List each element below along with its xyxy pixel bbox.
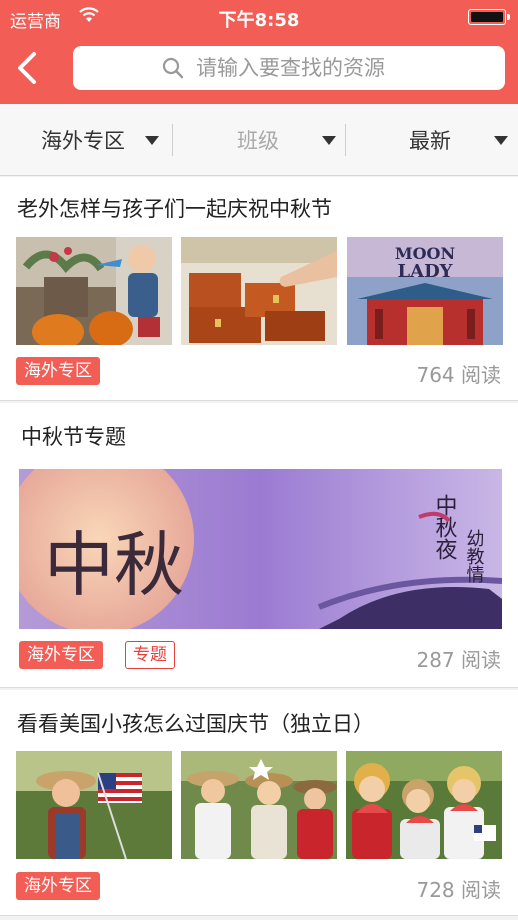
tag-topic[interactable]: 专题 [125, 641, 175, 669]
dropdown-arrow-icon [145, 135, 159, 145]
filter-class-dropdown[interactable]: 班级 [237, 104, 336, 176]
search-bar[interactable] [73, 46, 505, 90]
svg-text:LADY: LADY [397, 261, 453, 282]
child-with-pumpkins-photo[interactable] [16, 237, 172, 345]
status-bar: 运营商 下午8:58 [0, 0, 518, 34]
banner-text-side: 中秋夜 [432, 494, 458, 560]
filter-divider [345, 124, 346, 156]
chevron-left-icon [18, 52, 36, 84]
banner-text-main: 中秋 [44, 524, 184, 606]
battery-icon [468, 9, 510, 25]
filter-bar: 海外专区 班级 最新 [0, 104, 518, 176]
article-title[interactable]: 老外怎样与孩子们一起庆祝中秋节 [17, 193, 332, 223]
article-card[interactable]: 老外怎样与孩子们一起庆祝中秋节 MOON LADY 海外专区 764 阅读 [0, 177, 518, 401]
article-card[interactable]: 看看美国小孩怎么过国庆节（独立日） 海外专区 728 阅读 [0, 690, 518, 916]
kids-cowboy-hats-photo[interactable] [181, 751, 337, 859]
filter-region-label: 海外专区 [41, 129, 125, 153]
filter-divider [172, 124, 173, 156]
dropdown-arrow-icon [494, 135, 508, 145]
wooden-boxes-photo[interactable] [181, 237, 337, 345]
filter-sort-label: 最新 [409, 129, 451, 153]
article-title[interactable]: 看看美国小孩怎么过国庆节（独立日） [17, 708, 374, 738]
filter-region-dropdown[interactable]: 海外专区 [41, 104, 159, 176]
article-title[interactable]: 中秋节专题 [21, 421, 126, 451]
mid-autumn-banner[interactable]: 中秋 中秋夜 幼教情 [19, 469, 502, 629]
dropdown-arrow-icon [322, 135, 336, 145]
filter-class-label: 班级 [237, 129, 279, 153]
article-card[interactable]: 中秋节专题 中秋 中秋夜 幼教情 海外专区 专题 287 阅读 [0, 403, 518, 688]
kids-eating-watermelon-photo[interactable] [346, 751, 502, 859]
tag-overseas[interactable]: 海外专区 [19, 641, 103, 669]
banner-text-side2: 幼教情 [464, 529, 485, 584]
back-button[interactable] [10, 48, 46, 88]
search-input[interactable] [196, 56, 416, 80]
read-count: 287 阅读 [416, 648, 501, 672]
read-count: 728 阅读 [416, 878, 501, 902]
filter-sort-dropdown[interactable]: 最新 [409, 104, 508, 176]
boy-with-flag-photo[interactable] [16, 751, 172, 859]
moon-lady-book-cover[interactable]: MOON LADY [347, 237, 503, 345]
clock: 下午8:58 [218, 10, 300, 31]
tag-overseas[interactable]: 海外专区 [16, 872, 100, 900]
header-bar: 运营商 下午8:58 [0, 0, 518, 104]
read-count: 764 阅读 [416, 363, 501, 387]
tag-overseas[interactable]: 海外专区 [16, 357, 100, 385]
search-icon [162, 57, 184, 79]
